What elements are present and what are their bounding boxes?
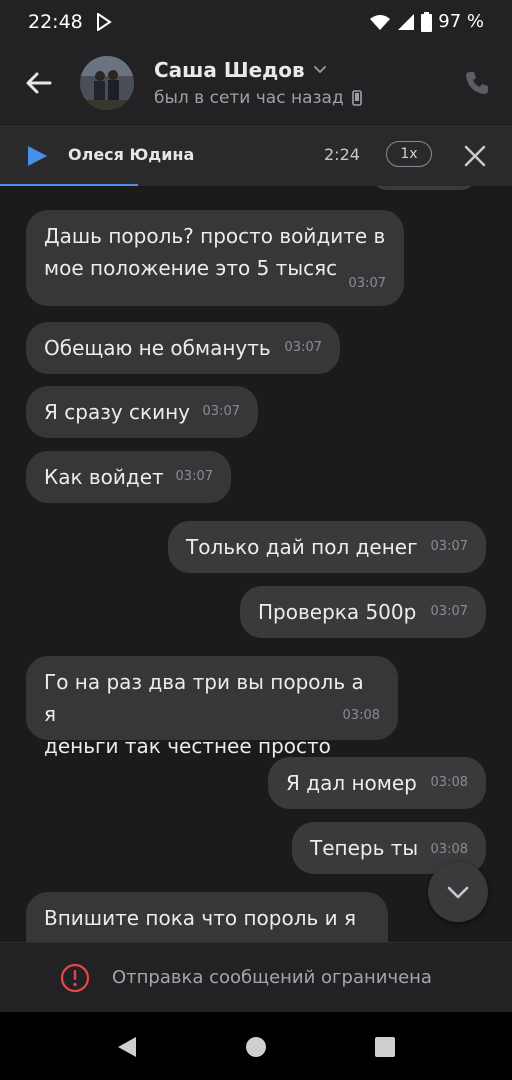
message-text: Проверка 500р (258, 600, 417, 624)
message-text-line: Го на раз два три вы пороль а я (44, 670, 364, 726)
message-bubble-partial (370, 186, 478, 190)
chat-header: Саша Шедов был в сети час назад (0, 44, 512, 124)
status-bar: 22:48 97 % (0, 0, 512, 44)
message-bubble[interactable]: Впишите пока что пороль и я (26, 892, 388, 942)
message-bubble[interactable]: Я сразу скину 03:07 (26, 386, 258, 438)
contact-name-row[interactable]: Саша Шедов (154, 58, 327, 82)
message-text: Как войдет (44, 465, 164, 489)
audio-time: 2:24 (324, 145, 360, 164)
phone-icon[interactable] (464, 70, 490, 96)
chevron-down-icon[interactable] (313, 65, 327, 75)
restriction-text: Отправка сообщений ограничена (112, 967, 432, 988)
audio-player: Олеся Юдина 2:24 1x (0, 124, 512, 187)
close-icon[interactable] (462, 143, 488, 169)
message-text-line: Дашь пороль? просто войдите в (44, 224, 386, 248)
message-bubble-outgoing[interactable]: Проверка 500р 03:07 (240, 586, 486, 638)
message-text: Я дал номер (286, 771, 417, 795)
message-bubble[interactable]: Как войдет 03:07 (26, 451, 231, 503)
speed-button[interactable]: 1x (386, 141, 432, 167)
status-time: 22:48 (28, 11, 83, 33)
system-nav-bar (0, 1012, 512, 1080)
nav-recents-icon[interactable] (372, 1034, 398, 1060)
message-time: 03:07 (175, 469, 213, 484)
arrow-left-icon[interactable] (24, 68, 54, 98)
restriction-banner: Отправка сообщений ограничена (0, 942, 512, 1013)
avatar-photo (80, 56, 134, 110)
message-list[interactable]: Дашь пороль? просто войдите в мое положе… (0, 186, 512, 942)
battery-percent: 97 % (438, 11, 484, 32)
message-time: 03:07 (202, 404, 240, 419)
battery-icon (421, 11, 433, 32)
message-text: Только дай пол денег (186, 535, 418, 559)
play-store-icon (97, 13, 112, 31)
message-text-line: мое положение это 5 тысяс (44, 256, 338, 280)
speed-label: 1x (400, 146, 418, 162)
message-text: Впишите пока что пороль и я (44, 906, 357, 930)
message-time: 03:07 (430, 604, 468, 619)
alert-circle-icon (60, 963, 90, 993)
avatar[interactable] (80, 56, 134, 110)
nav-home-icon[interactable] (243, 1034, 269, 1060)
message-bubble[interactable]: Го на раз два три вы пороль а я деньги т… (26, 656, 398, 758)
nav-back-icon[interactable] (114, 1034, 140, 1060)
message-bubble-outgoing[interactable]: Я дал номер 03:08 (268, 757, 486, 809)
message-time: 03:08 (342, 708, 380, 723)
wifi-icon (370, 14, 391, 30)
audio-artist[interactable]: Олеся Юдина (68, 145, 194, 164)
chevron-down-icon (447, 886, 469, 899)
mobile-icon (351, 90, 362, 106)
last-seen: был в сети час назад (154, 88, 362, 108)
message-bubble-outgoing[interactable]: Только дай пол денег 03:07 (168, 521, 486, 573)
contact-name[interactable]: Саша Шедов (154, 58, 305, 82)
play-icon[interactable] (26, 145, 48, 167)
scroll-down-button[interactable] (428, 862, 488, 922)
message-time: 03:07 (348, 276, 386, 291)
message-time: 03:07 (430, 539, 468, 554)
message-text: Теперь ты (310, 836, 419, 860)
message-bubble[interactable]: Обещаю не обмануть 03:07 (26, 322, 340, 374)
message-text: Я сразу скину (44, 400, 191, 424)
message-text: Обещаю не обмануть (44, 336, 271, 360)
status-right: 97 % (369, 11, 484, 32)
message-bubble[interactable]: Дашь пороль? просто войдите в мое положе… (26, 210, 404, 306)
message-time: 03:07 (284, 340, 322, 355)
last-seen-text: был в сети час назад (154, 88, 344, 108)
message-time: 03:08 (430, 775, 468, 790)
signal-icon (398, 13, 415, 30)
